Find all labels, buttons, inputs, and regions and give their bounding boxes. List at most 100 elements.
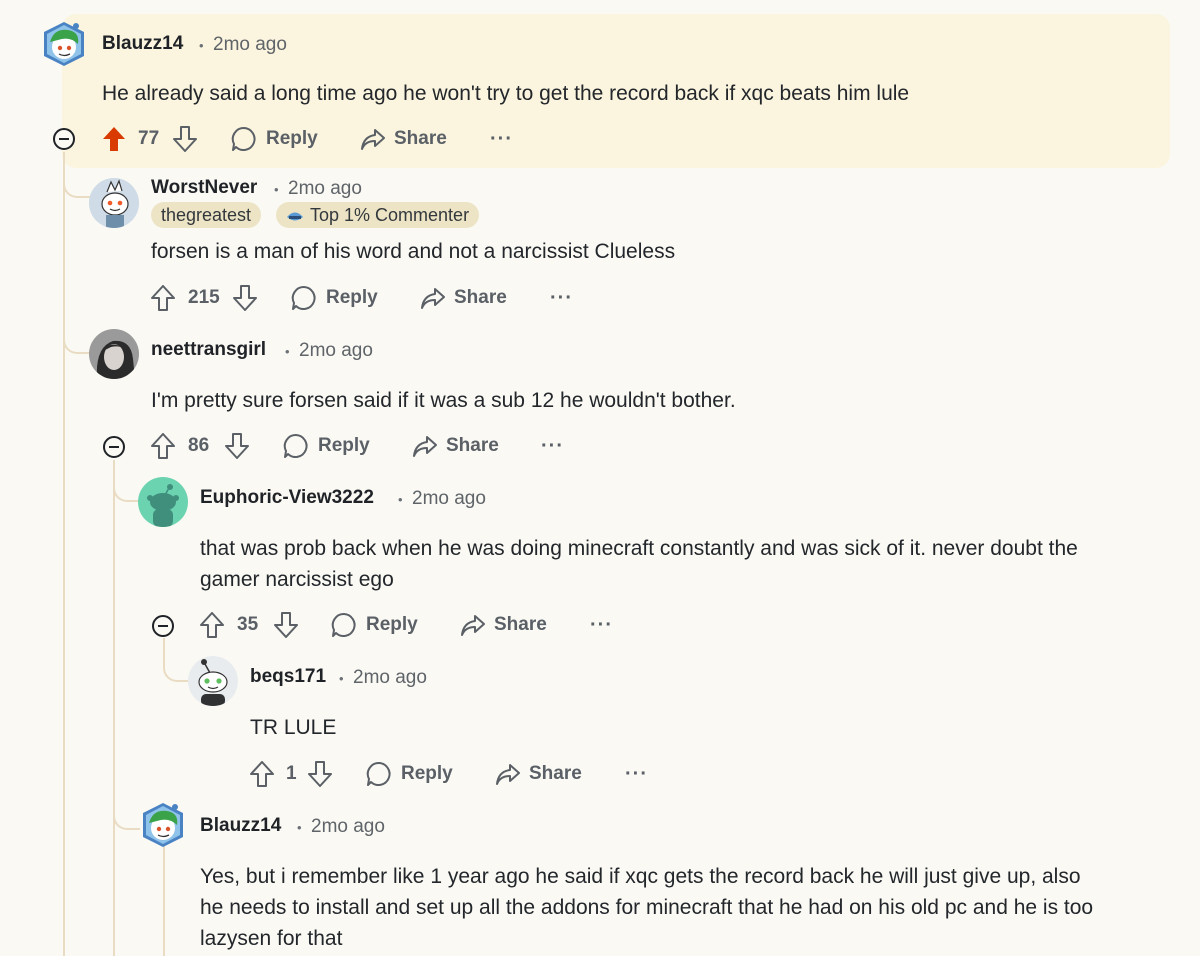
collapse-thread-button[interactable] — [103, 436, 125, 458]
comment-body-line: he needs to install and set up all the a… — [200, 896, 1094, 919]
separator-dot: • — [285, 344, 290, 359]
reply-button[interactable]: Reply — [331, 608, 418, 642]
reply-button[interactable]: Reply — [366, 757, 453, 791]
vote-score: 77 — [138, 128, 160, 149]
downvote-icon — [274, 612, 298, 638]
thread-elbow — [63, 198, 91, 354]
share-arrow-icon — [413, 436, 437, 457]
share-arrow-icon — [361, 129, 385, 150]
vote-score: 86 — [188, 435, 210, 456]
reply-label: Reply — [318, 435, 370, 456]
timestamp[interactable]: 2mo ago — [299, 340, 373, 362]
downvote-button[interactable] — [173, 122, 197, 156]
timestamp[interactable]: 2mo ago — [412, 488, 486, 510]
thread-elbow — [163, 638, 190, 682]
username[interactable]: neettransgirl — [151, 339, 266, 361]
reply-button[interactable]: Reply — [283, 429, 370, 463]
collapse-thread-button[interactable] — [152, 615, 174, 637]
share-label: Share — [394, 128, 447, 149]
snoo-green-hair-avatar[interactable] — [139, 801, 187, 849]
share-button[interactable]: Share — [495, 757, 582, 791]
comment-body-line: Yes, but i remember like 1 year ago he s… — [200, 865, 1081, 888]
downvote-button[interactable] — [308, 757, 332, 791]
reply-label: Reply — [401, 763, 453, 784]
more-options-button[interactable]: ··· — [490, 122, 513, 156]
separator-dot: • — [339, 671, 344, 686]
comment-body-line: that was prob back when he was doing min… — [200, 537, 1078, 560]
thread-elbow — [63, 152, 91, 198]
comment-bubble-icon — [231, 126, 256, 151]
share-label: Share — [494, 614, 547, 635]
upvote-button[interactable] — [102, 122, 126, 156]
username[interactable]: Blauzz14 — [102, 33, 183, 55]
reply-button[interactable]: Reply — [291, 281, 378, 315]
snoo-green-hair-avatar[interactable] — [40, 20, 88, 68]
downvote-button[interactable] — [274, 608, 298, 642]
more-options-button[interactable]: ··· — [550, 281, 573, 315]
comment-body: He already said a long time ago he won't… — [102, 82, 910, 105]
downvote-icon — [173, 126, 197, 152]
upvote-filled-icon — [103, 127, 125, 151]
more-options-button[interactable]: ··· — [590, 608, 613, 642]
timestamp[interactable]: 2mo ago — [311, 816, 385, 838]
downvote-icon — [225, 433, 249, 459]
share-button[interactable]: Share — [412, 429, 499, 463]
comment-bubble-icon — [291, 285, 316, 310]
snoo-mohawk-avatar[interactable] — [89, 178, 139, 228]
upvote-button[interactable] — [151, 281, 175, 315]
upvote-button[interactable] — [200, 608, 224, 642]
more-options-button[interactable]: ··· — [625, 757, 648, 791]
comment-body-line: gamer narcissist ego — [200, 568, 394, 591]
separator-dot: • — [199, 38, 204, 53]
downvote-button[interactable] — [225, 429, 249, 463]
separator-dot: • — [297, 820, 302, 835]
username[interactable]: beqs171 — [250, 666, 326, 688]
thread-elbow — [113, 460, 140, 502]
reply-label: Reply — [366, 614, 418, 635]
reply-label: Reply — [266, 128, 318, 149]
timestamp[interactable]: 2mo ago — [353, 667, 427, 689]
user-photo-avatar[interactable] — [89, 329, 139, 379]
share-label: Share — [446, 435, 499, 456]
share-arrow-icon — [461, 615, 485, 636]
share-button[interactable]: Share — [360, 122, 447, 156]
downvote-icon — [308, 761, 332, 787]
comment-bubble-icon — [331, 612, 356, 637]
achievement-flair-label: Top 1% Commenter — [310, 205, 470, 225]
share-arrow-icon — [421, 288, 445, 309]
upvote-icon — [250, 761, 274, 787]
timestamp[interactable]: 2mo ago — [288, 178, 362, 200]
upvote-button[interactable] — [151, 429, 175, 463]
upvote-icon — [151, 285, 175, 311]
default-snoo-teal-avatar[interactable] — [138, 477, 188, 527]
username[interactable]: Euphoric-View3222 — [200, 487, 374, 509]
share-label: Share — [529, 763, 582, 784]
comment-body: that was prob back when he was doing min… — [200, 533, 1078, 595]
upvote-button[interactable] — [250, 757, 274, 791]
comment-body: I'm pretty sure forsen said if it was a … — [151, 389, 736, 412]
reply-button[interactable]: Reply — [231, 122, 318, 156]
more-options-button[interactable]: ··· — [541, 429, 564, 463]
downvote-button[interactable] — [233, 281, 257, 315]
vote-score: 1 — [286, 763, 297, 784]
top-commenter-badge-icon — [286, 205, 304, 231]
vote-score: 215 — [188, 287, 220, 308]
comment-body: TR LULE — [250, 716, 337, 739]
upvote-icon — [151, 433, 175, 459]
share-button[interactable]: Share — [420, 281, 507, 315]
username[interactable]: Blauzz14 — [200, 815, 281, 837]
username[interactable]: WorstNever — [151, 177, 257, 199]
thread-line[interactable] — [163, 845, 165, 956]
collapse-thread-button[interactable] — [53, 128, 75, 150]
comment-bubble-icon — [366, 761, 391, 786]
comment-body: forsen is a man of his word and not a na… — [151, 240, 676, 263]
achievement-flair: Top 1% Commenter — [276, 202, 480, 231]
comment-body-line: lazysen for that — [200, 927, 343, 950]
timestamp[interactable]: 2mo ago — [213, 34, 287, 56]
upvote-icon — [200, 612, 224, 638]
share-button[interactable]: Share — [460, 608, 547, 642]
comment-body: Yes, but i remember like 1 year ago he s… — [200, 861, 1093, 954]
comment-thread: Blauzz14 • 2mo ago He already said a lon… — [0, 0, 1200, 956]
vote-score: 35 — [237, 614, 259, 635]
snoo-white-avatar[interactable] — [188, 656, 238, 706]
